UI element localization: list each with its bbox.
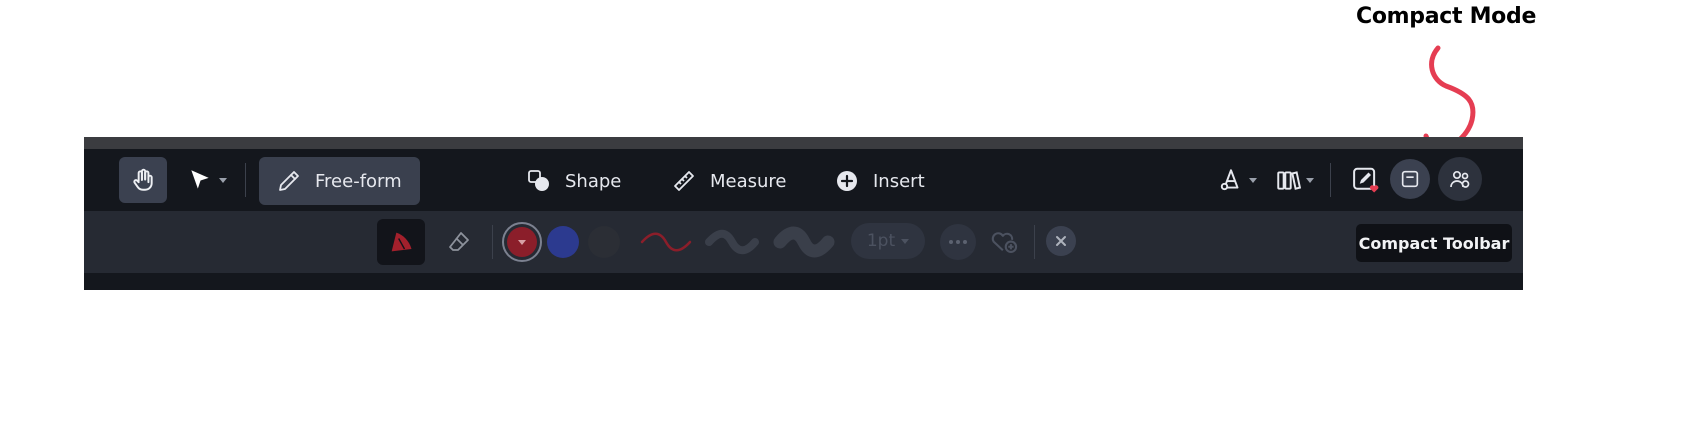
chevron-down-icon xyxy=(518,239,526,245)
divider xyxy=(1330,163,1331,197)
eraser-button[interactable] xyxy=(435,219,483,265)
stroke-size-select[interactable]: 1pt xyxy=(851,223,925,259)
divider xyxy=(245,163,246,197)
window-top-strip xyxy=(84,137,1523,149)
ruler-icon xyxy=(674,171,694,191)
mode-label: Insert xyxy=(873,170,925,192)
stroke-medium-preview[interactable] xyxy=(704,229,760,255)
color-swatch-blue[interactable] xyxy=(547,226,579,258)
stroke-size-value: 1pt xyxy=(866,231,896,251)
select-tool-button[interactable] xyxy=(179,157,235,203)
compact-toolbar-icon xyxy=(1401,170,1419,188)
close-subtoolbar-button[interactable] xyxy=(1046,226,1076,256)
stroke-thick-preview[interactable] xyxy=(772,226,836,258)
edit-favorites-button[interactable] xyxy=(1346,157,1386,203)
binders-icon xyxy=(1276,171,1301,190)
mode-insert-button[interactable]: Insert xyxy=(817,157,943,205)
chevron-down-icon xyxy=(1305,177,1314,183)
collaborators-button[interactable] xyxy=(1438,157,1482,201)
pencil-icon xyxy=(279,171,299,191)
add-favorite-button[interactable] xyxy=(984,221,1024,261)
compact-toolbar-button[interactable] xyxy=(1390,159,1430,199)
arrow-pointer-icon xyxy=(191,170,209,189)
pan-tool-button[interactable] xyxy=(119,157,167,203)
chevron-down-icon xyxy=(901,238,910,244)
cone-pin-icon xyxy=(1220,169,1238,191)
main-toolbar: Free-form Shape Measure Insert xyxy=(84,149,1523,211)
color-swatch-dark[interactable] xyxy=(588,226,620,258)
collaborators-icon xyxy=(1450,170,1470,188)
compact-toolbar-tooltip: Compact Toolbar xyxy=(1356,224,1512,262)
sub-toolbar: 1pt xyxy=(84,211,1523,273)
close-icon xyxy=(1056,236,1066,246)
markup-cone-button[interactable] xyxy=(1214,157,1260,203)
mode-freeform-button[interactable]: Free-form xyxy=(259,157,420,205)
mode-label: Free-form xyxy=(315,170,402,192)
stroke-thin-preview[interactable] xyxy=(638,231,694,253)
chevron-down-icon xyxy=(1248,177,1257,183)
mode-label: Shape xyxy=(565,170,622,192)
divider xyxy=(492,225,493,259)
plus-circle-icon xyxy=(837,171,857,191)
edit-favorite-icon xyxy=(1353,167,1379,193)
color-swatch-selected[interactable] xyxy=(502,222,542,262)
brush-tool-button[interactable] xyxy=(377,219,425,265)
annotation-title: Compact Mode xyxy=(1356,4,1537,29)
shapes-icon xyxy=(528,170,549,191)
eraser-icon xyxy=(449,232,469,251)
app-window: Free-form Shape Measure Insert 1pt xyxy=(84,137,1523,290)
mode-measure-button[interactable]: Measure xyxy=(654,157,805,205)
canvas-edge xyxy=(84,273,1523,290)
chevron-down-icon xyxy=(219,177,227,183)
binders-button[interactable] xyxy=(1270,157,1318,203)
brush-tool-icon xyxy=(391,232,412,252)
ellipsis-icon xyxy=(949,240,967,244)
hand-icon xyxy=(133,168,153,191)
tooltip-label: Compact Toolbar xyxy=(1358,233,1510,253)
mode-shape-button[interactable]: Shape xyxy=(509,157,639,205)
more-options-button[interactable] xyxy=(940,224,976,260)
mode-label: Measure xyxy=(710,170,787,192)
divider xyxy=(1034,225,1035,259)
add-favorite-icon xyxy=(991,232,1018,253)
